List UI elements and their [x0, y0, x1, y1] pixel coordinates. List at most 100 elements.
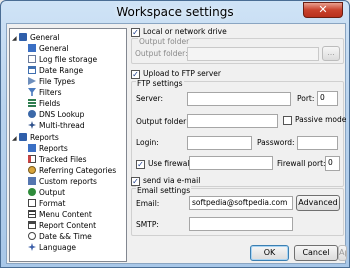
tree-item-language[interactable]: Language: [28, 242, 76, 253]
output-icon: [28, 188, 36, 196]
report-icon: [28, 144, 36, 152]
tree-item-filters[interactable]: Filters: [28, 87, 61, 98]
ftp-output-folder-label: Output folder:: [136, 117, 189, 126]
tree-item-label: Filters: [39, 88, 62, 97]
tree-item-label: Date && Time: [39, 232, 92, 241]
tree-item-label: Format: [39, 199, 66, 208]
file-types-icon: [28, 77, 36, 85]
tree-item-label: Custom reports: [39, 177, 97, 186]
ftp-settings-group-label: FTP settings: [136, 79, 184, 89]
tree-item-log-file-storage[interactable]: Log file storage: [28, 54, 97, 65]
output-folder-input[interactable]: [187, 47, 319, 61]
firewall-host-input[interactable]: [189, 156, 273, 170]
browse-button[interactable]: ...: [322, 46, 340, 61]
tracked-files-icon: [28, 155, 36, 163]
send-email-checkbox[interactable]: ✓: [131, 177, 140, 186]
tree-group-label: General: [30, 33, 60, 42]
tree-item-label: Reports: [39, 144, 68, 153]
tree-item-date-time[interactable]: Date && Time: [28, 231, 92, 242]
server-input[interactable]: [187, 92, 291, 106]
tree-item-multi-thread[interactable]: Multi-thread: [28, 120, 85, 131]
tree-item-reports[interactable]: Reports: [28, 143, 68, 154]
smtp-label: SMTP:: [136, 220, 159, 229]
tree-item-referring-categories[interactable]: Referring Categories: [28, 165, 116, 176]
output-folder-label: Output folder:: [135, 49, 188, 58]
clock-icon: [28, 232, 36, 240]
tree-item-dns-lookup[interactable]: DNS Lookup: [28, 109, 84, 120]
tree-item-label: Fields: [39, 99, 61, 108]
window-title: Workspace settings: [116, 5, 234, 19]
tree-item-general[interactable]: General: [28, 43, 69, 54]
email-input[interactable]: softpedia@softpedia.com: [189, 196, 293, 210]
tree-group-reports[interactable]: ◢ Reports: [12, 132, 59, 143]
port-label: Port:: [297, 94, 315, 103]
fields-icon: [28, 99, 36, 107]
tree-item-label: Report Content: [39, 221, 97, 230]
use-firewall-label: Use firewall: [148, 159, 192, 168]
log-file-icon: [28, 55, 36, 63]
tree-item-label: Date Range: [39, 66, 84, 75]
reports-folder-icon: [19, 133, 27, 141]
tree-item-menu-content[interactable]: Menu Content: [28, 209, 92, 220]
categories-icon: [28, 166, 36, 174]
tree-item-date-range[interactable]: Date Range: [28, 65, 83, 76]
language-icon: [28, 243, 36, 251]
use-firewall-checkbox[interactable]: ✓: [136, 160, 145, 169]
folder-icon: [19, 33, 27, 41]
send-email-label: send via e-mail: [143, 176, 201, 185]
expand-arrow-icon[interactable]: ◢: [12, 133, 19, 144]
output-folder-group-label: Output folder: [138, 37, 191, 47]
tree-item-custom-reports[interactable]: Custom reports: [28, 176, 97, 187]
custom-reports-icon: [28, 177, 36, 185]
tree-item-report-content[interactable]: Report Content: [28, 220, 96, 231]
password-label: Password:: [257, 138, 295, 147]
tree-item-label: Language: [39, 243, 77, 252]
port-input[interactable]: 0: [317, 91, 338, 106]
tree-item-label: File Types: [39, 77, 76, 86]
tree-item-label: Multi-thread: [39, 121, 85, 130]
general-icon: [28, 44, 36, 52]
tree-item-label: Referring Categories: [39, 166, 117, 175]
calendar-icon: [28, 66, 36, 74]
tree-item-label: DNS Lookup: [39, 110, 85, 119]
apply-button[interactable]: Apply: [338, 245, 347, 261]
tree-item-fields[interactable]: Fields: [28, 98, 60, 109]
email-label: Email:: [136, 199, 160, 208]
close-button[interactable]: ✕: [303, 2, 343, 18]
title-bar[interactable]: Workspace settings ✕: [1, 1, 349, 23]
login-label: Login:: [136, 138, 159, 147]
tree-item-format[interactable]: Format: [28, 198, 65, 209]
multi-thread-icon: [28, 121, 36, 129]
tree-group-general[interactable]: ◢ General: [12, 32, 60, 43]
email-settings-group-label: Email settings: [136, 186, 192, 196]
server-label: Server:: [136, 94, 163, 103]
tree-item-file-types[interactable]: File Types: [28, 76, 75, 87]
login-input[interactable]: [187, 136, 252, 150]
ftp-output-folder-input[interactable]: [187, 114, 278, 128]
expand-arrow-icon[interactable]: ◢: [12, 33, 19, 44]
tree-item-label: Tracked Files: [39, 155, 87, 164]
local-drive-checkbox[interactable]: ✓: [131, 28, 140, 37]
passive-mode-label: Passive mode: [295, 115, 347, 124]
advanced-button[interactable]: Advanced: [296, 195, 340, 211]
tree-item-tracked-files[interactable]: Tracked Files: [28, 154, 87, 165]
tree-item-label: General: [39, 44, 69, 53]
smtp-input[interactable]: [189, 217, 293, 231]
network-icon: [28, 110, 36, 118]
upload-ftp-checkbox[interactable]: ✓: [131, 70, 140, 79]
settings-window: Workspace settings ✕ ◢ General General Lo…: [0, 0, 350, 268]
settings-tree[interactable]: ◢ General General Log file storage Date R…: [9, 28, 127, 262]
tree-group-label: Reports: [30, 133, 59, 142]
menu-content-icon: [28, 210, 36, 218]
dialog-client: ◢ General General Log file storage Date R…: [6, 23, 347, 264]
ok-button[interactable]: OK: [250, 245, 289, 261]
tree-item-output[interactable]: Output: [28, 187, 65, 198]
passive-mode-checkbox[interactable]: [283, 116, 292, 125]
firewall-port-label: Firewall port:: [277, 159, 326, 168]
upload-ftp-label: Upload to FTP server: [143, 69, 221, 78]
tree-item-label: Menu Content: [39, 210, 92, 219]
password-input[interactable]: [297, 136, 338, 150]
cancel-button[interactable]: Cancel: [294, 245, 338, 261]
report-content-icon: [28, 221, 36, 229]
firewall-port-input[interactable]: 0: [325, 156, 340, 171]
